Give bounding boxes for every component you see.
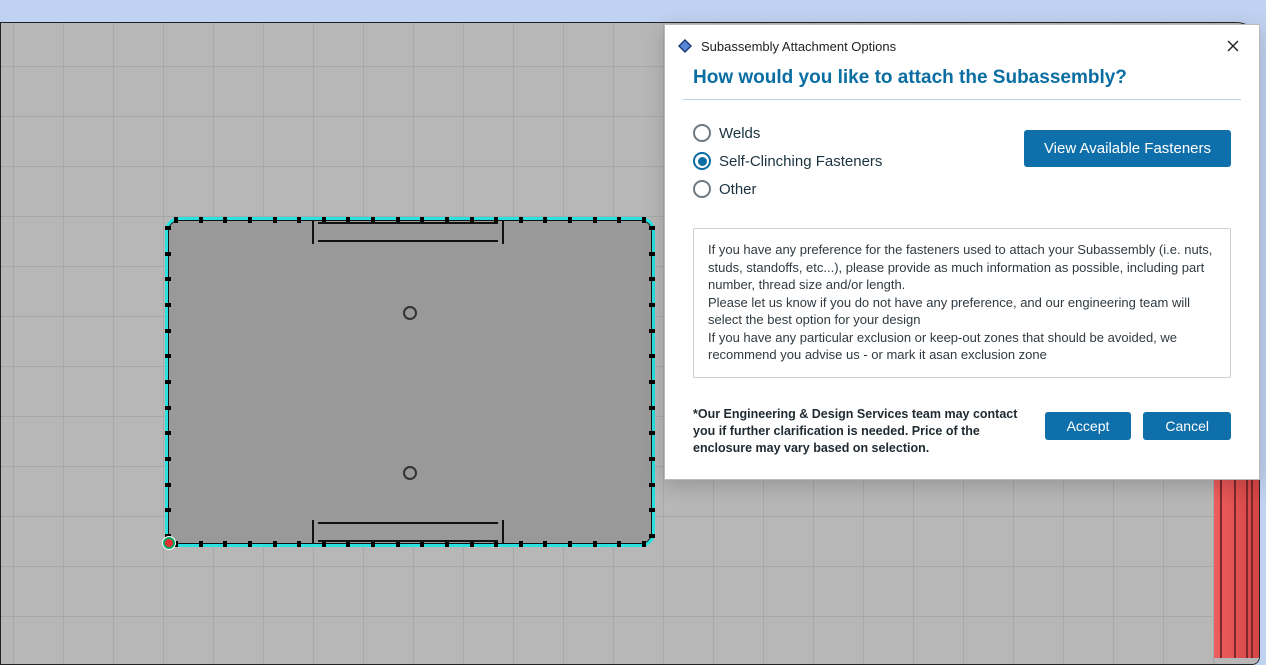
origin-marker	[163, 537, 175, 549]
radio-option-welds[interactable]: Welds	[693, 124, 1024, 142]
instructions-line: Please let us know if you do not have an…	[708, 294, 1216, 329]
instructions-textarea[interactable]: If you have any preference for the faste…	[693, 228, 1231, 378]
instructions-line: If you have any preference for the faste…	[708, 241, 1216, 294]
radio-label: Welds	[719, 125, 760, 142]
selection-dashes	[649, 226, 655, 538]
dialog-titlebar: Subassembly Attachment Options	[665, 25, 1259, 65]
close-button[interactable]	[1219, 35, 1247, 57]
radio-option-self-clinching[interactable]: Self-Clinching Fasteners	[693, 152, 1024, 170]
hole-feature	[403, 306, 417, 320]
view-fasteners-button[interactable]: View Available Fasteners	[1024, 130, 1231, 167]
radio-icon	[693, 124, 711, 142]
app-icon	[677, 38, 693, 54]
side-panel-strip	[1214, 478, 1259, 658]
radio-option-other[interactable]: Other	[693, 180, 1024, 198]
attachment-radio-group: Welds Self-Clinching Fasteners Other	[693, 118, 1024, 208]
selected-part-outline[interactable]	[165, 217, 655, 547]
cancel-button[interactable]: Cancel	[1143, 412, 1231, 440]
accept-button[interactable]: Accept	[1045, 412, 1132, 440]
radio-icon	[693, 180, 711, 198]
radio-label: Other	[719, 181, 757, 198]
rail-feature-bottom	[318, 522, 498, 542]
disclaimer-text: *Our Engineering & Design Services team …	[693, 406, 1027, 457]
hole-feature	[403, 466, 417, 480]
radio-icon	[693, 152, 711, 170]
subassembly-attachment-dialog: Subassembly Attachment Options How would…	[664, 24, 1260, 480]
dialog-heading: How would you like to attach the Subasse…	[665, 65, 1259, 99]
dialog-title: Subassembly Attachment Options	[701, 39, 1219, 54]
close-icon	[1227, 40, 1239, 52]
selection-dashes	[165, 226, 171, 538]
instructions-line: If you have any particular exclusion or …	[708, 329, 1216, 364]
radio-label: Self-Clinching Fasteners	[719, 153, 882, 170]
rail-feature-top	[318, 222, 498, 242]
